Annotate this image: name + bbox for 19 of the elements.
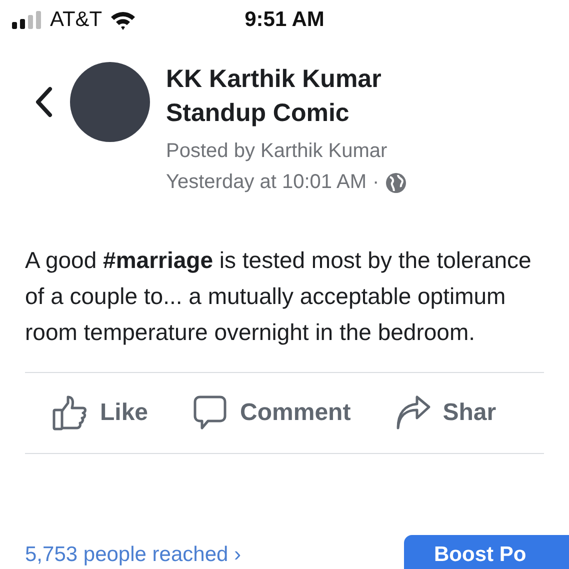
comment-button[interactable]: Comment <box>192 395 351 431</box>
posted-by: Posted by Karthik Kumar <box>166 139 388 164</box>
reach-link[interactable]: 5,753 people reached › <box>25 543 241 567</box>
speech-bubble-icon <box>192 395 228 431</box>
like-button[interactable]: Like <box>52 395 148 431</box>
wifi-icon <box>110 10 136 30</box>
globe-icon <box>385 172 408 194</box>
post-timestamp: Yesterday at 10:01 AM <box>166 170 367 195</box>
share-arrow-icon <box>394 395 431 431</box>
share-button[interactable]: Shar <box>394 395 496 431</box>
post-text: A good #marriage is tested most by the tolerance of a couple to... a mutually acceptable optimum room temperature overnight in the bedroom. <box>24 246 532 347</box>
page-name[interactable]: KK Karthik Kumar Standup Comic <box>166 62 466 130</box>
back-icon[interactable] <box>34 86 54 118</box>
separator-dot: · <box>372 170 380 195</box>
carrier-name: AT&T <box>50 8 102 32</box>
boost-button[interactable]: Boost Po <box>404 535 569 569</box>
signal-icon <box>12 11 42 29</box>
thumbs-up-icon <box>52 395 88 431</box>
clock-time: 9:51 AM <box>244 8 324 32</box>
